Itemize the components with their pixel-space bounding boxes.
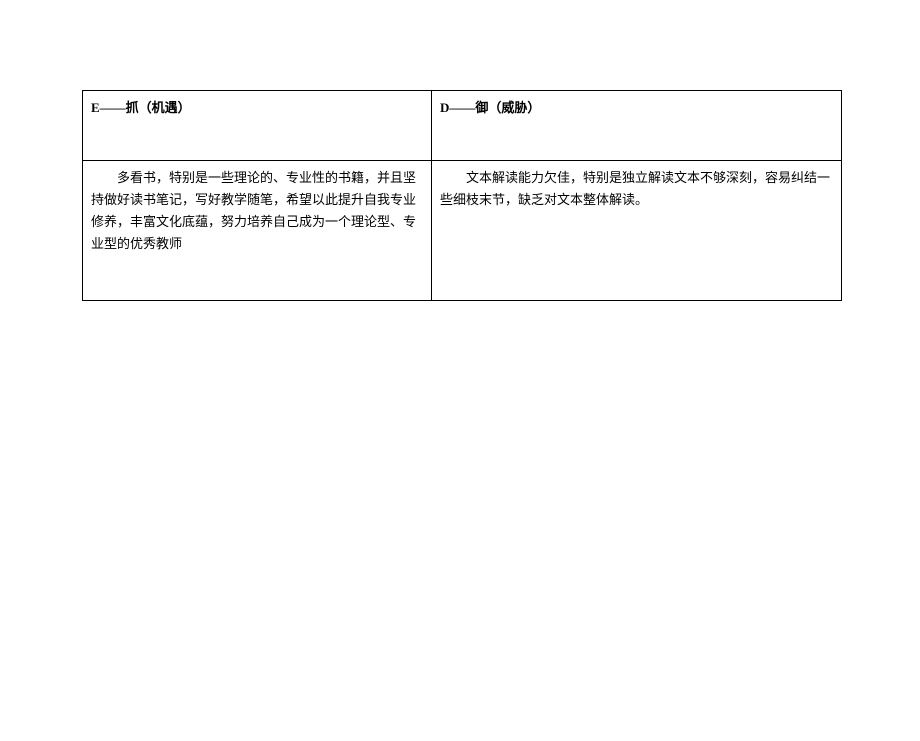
header-cell-e: E——抓（机遇） <box>83 91 432 161</box>
content-text-e: 多看书，特别是一些理论的、专业性的书籍，并且坚持做好读书笔记，写好教学随笔，希望… <box>91 167 423 255</box>
content-cell-d: 文本解读能力欠佳，特别是独立解读文本不够深刻，容易纠结一些细枝末节，缺乏对文本整… <box>432 161 842 301</box>
content-cell-e: 多看书，特别是一些理论的、专业性的书籍，并且坚持做好读书笔记，写好教学随笔，希望… <box>83 161 432 301</box>
table-content-row: 多看书，特别是一些理论的、专业性的书籍，并且坚持做好读书笔记，写好教学随笔，希望… <box>83 161 842 301</box>
swot-table: E——抓（机遇） D——御（威胁） 多看书，特别是一些理论的、专业性的书籍，并且… <box>82 90 842 301</box>
header-label-e: E——抓（机遇） <box>91 100 191 115</box>
header-cell-d: D——御（威胁） <box>432 91 842 161</box>
content-text-d: 文本解读能力欠佳，特别是独立解读文本不够深刻，容易纠结一些细枝末节，缺乏对文本整… <box>440 167 833 211</box>
table-header-row: E——抓（机遇） D——御（威胁） <box>83 91 842 161</box>
swot-table-container: E——抓（机遇） D——御（威胁） 多看书，特别是一些理论的、专业性的书籍，并且… <box>82 90 841 301</box>
header-label-d: D——御（威胁） <box>440 100 540 115</box>
